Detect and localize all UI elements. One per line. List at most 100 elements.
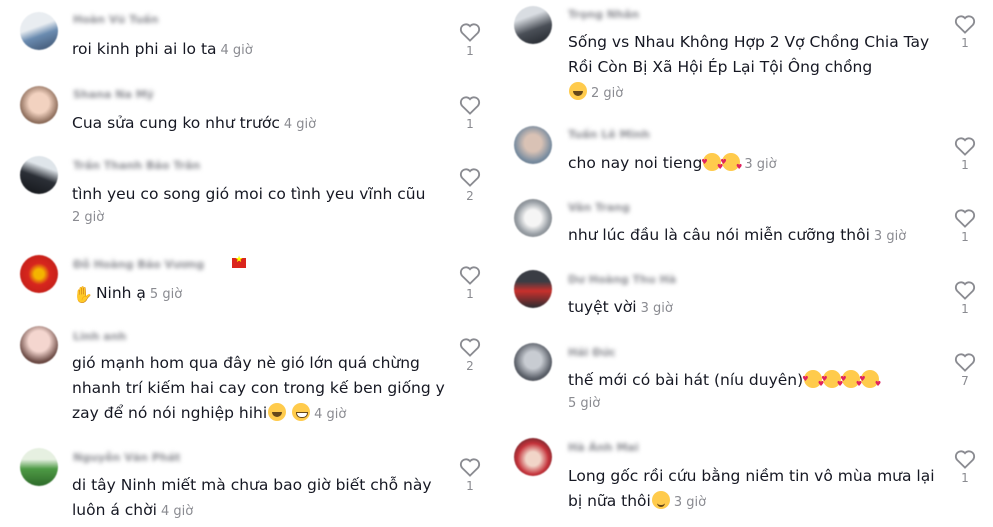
comment-text-line: Sống vs Nhau Không Hợp 2 Vợ Chồng Chia T… xyxy=(568,30,938,80)
like-button[interactable]: 1 xyxy=(950,280,980,316)
like-count: 1 xyxy=(466,287,474,301)
comment-username[interactable]: Nguyễn Văn Phát xyxy=(73,451,180,464)
vietnam-flag-icon xyxy=(232,255,246,268)
avatar[interactable] xyxy=(20,12,58,50)
relieved-face-icon xyxy=(651,491,670,509)
like-button[interactable]: 2 xyxy=(455,337,485,373)
like-button[interactable]: 1 xyxy=(455,95,485,131)
avatar[interactable] xyxy=(20,326,58,364)
comment-time: 3 giờ xyxy=(873,229,907,244)
like-button[interactable]: 1 xyxy=(950,449,980,485)
avatar[interactable] xyxy=(20,156,58,194)
avatar[interactable] xyxy=(514,199,552,237)
avatar[interactable] xyxy=(20,86,58,124)
heart-outline-icon xyxy=(459,338,481,357)
comment-text-line: Long gốc rồi cứu bằng niềm tin vô mùa mư… xyxy=(568,464,938,515)
comment-time: 3 giờ xyxy=(744,157,777,172)
avatar[interactable] xyxy=(514,343,552,381)
heart-outline-icon xyxy=(954,15,976,34)
comment-text-line: Cua sửa cung ko như trước 4 giờ xyxy=(72,111,316,137)
heart-outline-icon xyxy=(954,353,976,372)
tears-of-joy-icon xyxy=(268,403,287,421)
like-button[interactable]: 2 xyxy=(455,167,485,203)
comment-time: 5 giờ xyxy=(568,396,601,411)
like-count: 1 xyxy=(466,44,474,58)
comment-text: cho nay noi tieng xyxy=(568,154,703,172)
comment-time: 2 giờ xyxy=(72,210,105,225)
raised-hand-icon xyxy=(73,282,93,307)
comment-time: 4 giờ xyxy=(220,43,253,58)
smiling-hearts-icon xyxy=(802,367,824,397)
comment-username[interactable]: Linh anh xyxy=(73,330,126,343)
like-count: 1 xyxy=(961,158,969,172)
comment-text: thế mới có bài hát (níu duyên) xyxy=(568,371,804,389)
comment-time: 3 giờ xyxy=(673,495,707,510)
comment-text: Sống vs Nhau Không Hợp 2 Vợ Chồng Chia T… xyxy=(568,33,930,76)
comment-time: 5 giờ xyxy=(149,287,183,302)
heart-outline-icon xyxy=(459,168,481,187)
comment-username[interactable]: Dư Hoàng Thu Hà xyxy=(568,273,676,286)
comment-username[interactable]: Shana Na Mỹ xyxy=(73,88,154,101)
comment-username[interactable]: Hải Đức xyxy=(568,346,616,359)
like-button[interactable]: 1 xyxy=(455,457,485,493)
avatar[interactable] xyxy=(20,448,58,486)
comment-username[interactable]: Vân Trang xyxy=(568,201,630,214)
like-count: 2 xyxy=(466,189,474,203)
comment-text-line: cho nay noi tieng 3 giờ xyxy=(568,150,777,180)
comment-text: gió mạnh hom qua đây nè gió lớn quá chừn… xyxy=(72,354,445,422)
avatar[interactable] xyxy=(514,6,552,44)
comment-time: 2 giờ xyxy=(591,86,624,101)
like-button[interactable]: 1 xyxy=(455,22,485,58)
comment-text: Ninh ạ xyxy=(95,284,146,302)
comment-text-line: Ninh ạ5 giờ xyxy=(72,281,182,307)
comment-text: tuyệt vời xyxy=(568,298,637,316)
comment-text-line: tình yeu co song gió moi co tình yeu vĩn… xyxy=(72,182,442,207)
like-count: 1 xyxy=(961,302,969,316)
comment-username[interactable]: Hoàn Vũ Tuấn xyxy=(73,13,158,26)
smiling-hearts-icon xyxy=(840,367,862,397)
comments-column-right: Trọng Nhân Sống vs Nhau Không Hợp 2 Vợ C… xyxy=(498,0,993,527)
like-button[interactable]: 1 xyxy=(455,265,485,301)
like-button[interactable]: 1 xyxy=(950,14,980,50)
smiling-hearts-icon xyxy=(701,150,723,180)
heart-outline-icon xyxy=(954,281,976,300)
like-count: 2 xyxy=(466,359,474,373)
comment-time-line: 2 giờ xyxy=(568,82,623,101)
comment-text: di tây Ninh miết mà chưa bao giờ biết ch… xyxy=(72,476,432,519)
like-button[interactable]: 1 xyxy=(950,208,980,244)
comment-text: tình yeu co song gió moi co tình yeu vĩn… xyxy=(72,185,426,203)
comment-text-line: thế mới có bài hát (níu duyên) xyxy=(568,367,881,397)
comment-text: roi kinh phi ai lo ta xyxy=(72,40,217,58)
heart-outline-icon xyxy=(459,266,481,285)
comment-text-line: roi kinh phi ai lo ta 4 giờ xyxy=(72,37,253,63)
like-count: 1 xyxy=(961,471,969,485)
heart-outline-icon xyxy=(954,450,976,469)
comments-column-left: Hoàn Vũ Tuấn roi kinh phi ai lo ta 4 giờ … xyxy=(0,0,492,527)
comment-time: 4 giờ xyxy=(283,117,317,132)
smiling-hearts-icon xyxy=(720,150,742,180)
comment-text: Long gốc rồi cứu bằng niềm tin vô mùa mư… xyxy=(568,467,935,510)
heart-outline-icon xyxy=(459,23,481,42)
avatar[interactable] xyxy=(514,270,552,308)
comment-time: 4 giờ xyxy=(314,407,347,422)
heart-outline-icon xyxy=(954,209,976,228)
avatar[interactable] xyxy=(514,126,552,164)
comment-username[interactable]: Đỗ Hoàng Bảo Vương xyxy=(73,258,204,271)
comment-username[interactable]: Trần Thanh Bảo Trân xyxy=(73,159,200,172)
like-button[interactable]: 1 xyxy=(950,136,980,172)
smiling-hearts-icon xyxy=(821,367,843,397)
like-count: 1 xyxy=(466,479,474,493)
comment-text: như lúc đầu là câu nói miễn cưỡng thôi xyxy=(568,226,870,244)
comment-text-line: di tây Ninh miết mà chưa bao giờ biết ch… xyxy=(72,473,452,524)
smiling-hearts-icon xyxy=(859,367,881,397)
heart-outline-icon xyxy=(459,96,481,115)
comment-username[interactable]: Hà Ánh Mai xyxy=(568,441,639,454)
avatar[interactable] xyxy=(20,255,58,293)
avatar[interactable] xyxy=(514,438,552,476)
comment-time: 4 giờ xyxy=(160,504,194,519)
like-count: 1 xyxy=(466,117,474,131)
comment-username[interactable]: Trọng Nhân xyxy=(568,8,639,21)
comment-username[interactable]: Tuấn Lê Minh xyxy=(568,128,650,141)
like-button[interactable]: 7 xyxy=(950,352,980,388)
comment-username-text: Đỗ Hoàng Bảo Vương xyxy=(73,258,205,271)
